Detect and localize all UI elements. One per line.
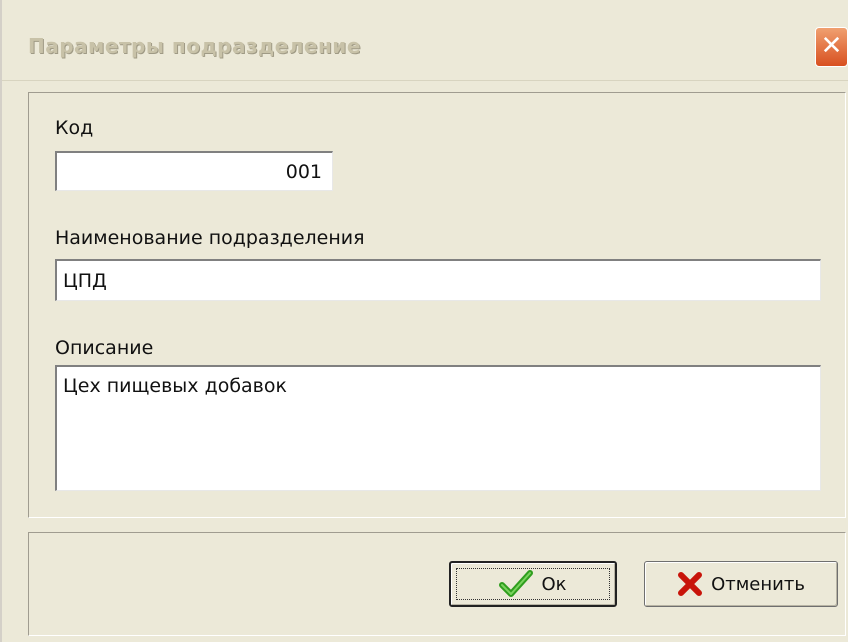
title-bar[interactable]: Параметры подразделение ✕ [2, 0, 848, 81]
description-label: Описание [55, 337, 154, 359]
window-title: Параметры подразделение [28, 34, 361, 58]
cancel-button[interactable]: Отменить [644, 561, 838, 607]
close-button[interactable]: ✕ [815, 27, 848, 67]
description-textarea[interactable]: Цех пищевых добавок [55, 365, 821, 491]
cancel-button-label: Отменить [711, 573, 805, 595]
dialog-window: Параметры подразделение ✕ Код Наименован… [0, 0, 848, 642]
form-panel: Код Наименование подразделения Описание … [28, 92, 846, 518]
ok-button[interactable]: Ок [449, 561, 617, 607]
button-bar: Ок Отменить [28, 532, 846, 636]
cross-icon [677, 571, 703, 597]
ok-button-label: Ок [541, 573, 567, 595]
name-input[interactable] [55, 259, 821, 301]
code-label: Код [55, 117, 94, 139]
checkmark-icon [499, 570, 534, 598]
close-icon: ✕ [820, 31, 843, 61]
code-input[interactable] [55, 151, 333, 191]
name-label: Наименование подразделения [55, 227, 365, 249]
